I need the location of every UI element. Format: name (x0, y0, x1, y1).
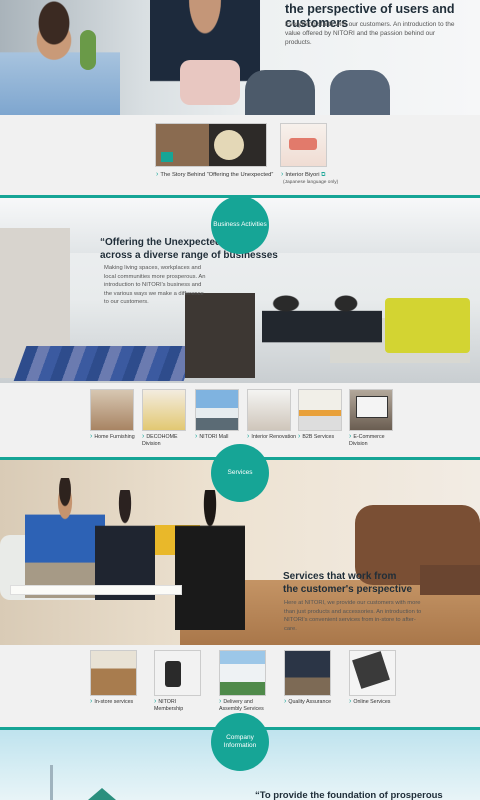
e-commerce-thumbnail[interactable] (349, 389, 393, 431)
business-activities-badge: Business Activities (211, 196, 269, 254)
arrow-right-icon: › (247, 433, 250, 440)
interior-renovation-thumbnail[interactable] (247, 389, 291, 431)
decohome-thumbnail[interactable] (142, 389, 186, 431)
e-commerce-link[interactable]: › E-Commerce Division (349, 433, 399, 448)
arrow-right-icon: › (298, 433, 301, 440)
interior-biyori-link[interactable]: › Interior Biyori ⧉ (281, 171, 325, 179)
hero-photo-chair (245, 70, 315, 115)
membership-thumbnail[interactable] (154, 650, 201, 696)
white-table (10, 585, 182, 595)
building-roof (88, 788, 116, 800)
delivery-link[interactable]: › Delivery and Assembly Services (219, 698, 269, 713)
arrow-right-icon: › (349, 433, 352, 440)
quality-assurance-link[interactable]: › Quality Assurance (284, 698, 334, 706)
story-thumbnail[interactable] (155, 123, 267, 167)
external-link-icon: ⧉ (319, 172, 326, 178)
hero-photo-cushion (180, 60, 240, 105)
customer-woman (95, 490, 155, 600)
hero-banner: the perspective of users and customers E… (0, 0, 480, 115)
membership-link[interactable]: › NITORI Membership (154, 698, 204, 713)
logo-mark-icon (161, 152, 173, 162)
office-carpet (13, 346, 197, 381)
product-photo-icon (289, 138, 317, 150)
building-spire (50, 765, 53, 800)
quality-assurance-thumbnail[interactable] (284, 650, 331, 696)
salad-bowl-icon (214, 130, 244, 160)
decohome-link[interactable]: › DECOHOME Division (142, 433, 192, 448)
office-people (262, 293, 382, 363)
b2b-services-thumbnail[interactable] (298, 389, 342, 431)
arrow-right-icon: › (281, 171, 284, 178)
hero-photo-plant (80, 30, 96, 70)
online-services-thumbnail[interactable] (349, 650, 396, 696)
in-store-services-link[interactable]: › In-store services (90, 698, 140, 706)
arrow-right-icon: › (219, 698, 222, 705)
smartphone-icon (165, 661, 181, 687)
services-text: Here at NITORI, we provide our customers… (284, 600, 422, 632)
hero-text: Everything starts with our customers. An… (285, 21, 455, 46)
interior-biyori-thumbnail[interactable] (280, 123, 327, 167)
home-furnishing-link[interactable]: › Home Furnishing (90, 433, 140, 441)
arrow-right-icon: › (195, 433, 198, 440)
b2b-services-link[interactable]: › B2B Services (298, 433, 348, 441)
company-information-badge: Company Information (211, 713, 269, 771)
store-staff (175, 490, 245, 630)
customer-man (25, 478, 105, 598)
home-furnishing-thumbnail[interactable] (90, 389, 134, 431)
arrow-right-icon: › (90, 433, 93, 440)
online-services-link[interactable]: › Online Services (349, 698, 399, 706)
business-text: Making living spaces, workplaces and loc… (104, 265, 206, 305)
office-yellow-booth (385, 298, 470, 353)
arrow-right-icon: › (156, 171, 159, 178)
arrow-right-icon: › (142, 433, 145, 440)
hero-photo-chair (330, 70, 390, 115)
delivery-thumbnail[interactable] (219, 650, 266, 696)
arrow-right-icon: › (349, 698, 352, 705)
nitori-mall-link[interactable]: › NITORI Mall (195, 433, 245, 441)
tablet-icon (352, 651, 390, 689)
nitori-mall-thumbnail[interactable] (195, 389, 239, 431)
in-store-services-thumbnail[interactable] (90, 650, 137, 696)
services-title: Services that work from the customer's pe… (283, 571, 413, 595)
services-badge: Services (211, 444, 269, 502)
coffee-table (420, 565, 480, 595)
hero-photo-man (0, 0, 120, 115)
laptop-icon (356, 396, 388, 418)
company-title: “To provide the foundation of prosperous (255, 790, 443, 800)
arrow-right-icon: › (154, 698, 157, 705)
arrow-right-icon: › (90, 698, 93, 705)
story-links: › The Story Behind “Offering the Unexpect… (0, 115, 480, 195)
language-note: (Japanese language only) (283, 180, 339, 185)
arrow-right-icon: › (284, 698, 287, 705)
interior-renovation-link[interactable]: › Interior Renovation (247, 433, 297, 441)
story-link[interactable]: › The Story Behind “Offering the Unexpect… (156, 171, 273, 178)
